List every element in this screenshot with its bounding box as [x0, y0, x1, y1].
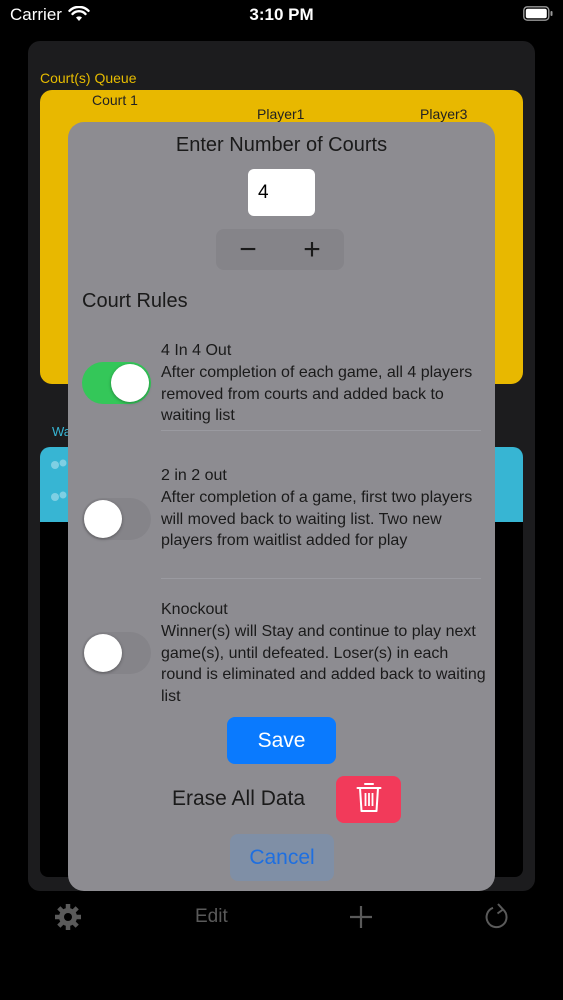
- refresh-icon[interactable]: [484, 903, 510, 936]
- toggle-knob: [84, 500, 122, 538]
- rule-knockout-toggle[interactable]: [82, 632, 151, 674]
- decrement-button[interactable]: −: [216, 229, 280, 270]
- player1-label: Player1: [257, 106, 305, 122]
- gear-icon[interactable]: [54, 902, 82, 937]
- rule-4in4out-description: After completion of each game, all 4 pla…: [161, 364, 473, 425]
- cancel-button[interactable]: Cancel: [230, 834, 334, 881]
- toggle-knob: [111, 364, 149, 402]
- rule-4in4out-toggle[interactable]: [82, 362, 151, 404]
- clock: 3:10 PM: [249, 5, 314, 24]
- erase-all-data-button[interactable]: [336, 776, 401, 823]
- tab-bar: [0, 890, 563, 950]
- player3-label: Player3: [420, 106, 468, 122]
- increment-button[interactable]: +: [280, 229, 344, 270]
- trash-icon: [356, 781, 382, 818]
- divider: [161, 430, 481, 431]
- court-rules-title: Court Rules: [82, 290, 188, 312]
- divider: [161, 578, 481, 579]
- courts-count-field[interactable]: [248, 169, 315, 216]
- rule-knockout-description: Winner(s) will Stay and continue to play…: [161, 623, 486, 706]
- rule-2in2out-description: After completion of a game, first two pl…: [161, 489, 473, 550]
- rule-knockout-title: Knockout: [161, 601, 228, 618]
- dialog-title: Enter Number of Courts: [175, 134, 388, 156]
- rule-2in2out-title: 2 in 2 out: [161, 467, 227, 484]
- status-bar: Carrier 3:10 PM: [0, 0, 563, 30]
- rule-2in2out-toggle[interactable]: [82, 498, 151, 540]
- save-button[interactable]: Save: [227, 717, 336, 764]
- court-label: Court 1: [92, 92, 138, 108]
- battery-icon: [523, 6, 553, 21]
- plus-icon: +: [303, 232, 321, 266]
- add-icon[interactable]: [349, 905, 373, 934]
- rule-4in4out-title: 4 In 4 Out: [161, 342, 232, 359]
- erase-all-data-label: Erase All Data: [172, 787, 306, 810]
- edit-button[interactable]: Edit: [195, 906, 228, 928]
- court-queue-title: Court(s) Queue: [40, 70, 137, 86]
- minus-icon: −: [239, 232, 257, 266]
- toggle-knob: [84, 634, 122, 672]
- players-icon: [48, 457, 70, 512]
